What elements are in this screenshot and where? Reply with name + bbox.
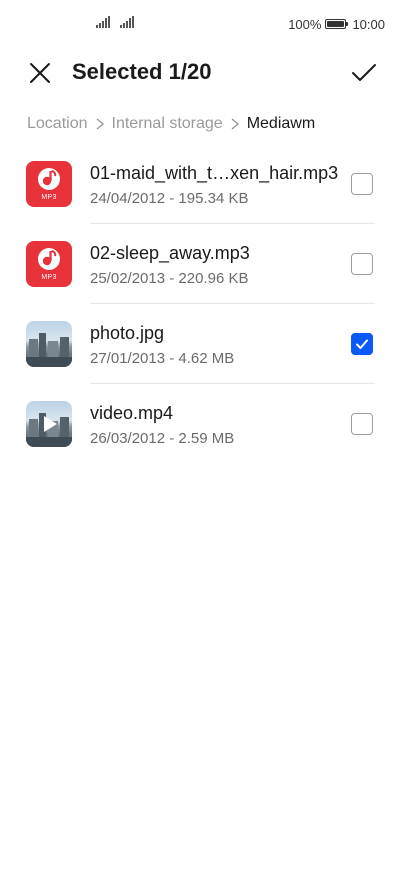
- photo-thumbnail: [26, 321, 72, 367]
- signal-icon: [96, 16, 110, 28]
- signal-icon: [120, 16, 134, 28]
- file-list: MP3 01-maid_with_t…xen_hair.mp3 24/04/20…: [0, 144, 403, 464]
- file-meta: 26/03/2012 - 2.59 MB: [90, 430, 235, 447]
- select-checkbox[interactable]: [351, 173, 373, 195]
- file-row[interactable]: photo.jpg 27/01/2013 - 4.62 MB: [0, 304, 403, 384]
- select-checkbox[interactable]: [351, 333, 373, 355]
- page-title: Selected 1/20: [72, 59, 212, 84]
- clock: 10:00: [352, 16, 385, 32]
- confirm-button[interactable]: [347, 58, 381, 88]
- breadcrumb: Location Internal storage Mediawm: [27, 113, 315, 135]
- breadcrumb-mediawm[interactable]: Mediawm: [247, 115, 315, 133]
- file-row[interactable]: MP3 01-maid_with_t…xen_hair.mp3 24/04/20…: [0, 144, 403, 224]
- close-icon: [30, 63, 50, 83]
- select-checkbox[interactable]: [351, 253, 373, 275]
- breadcrumb-internal-storage[interactable]: Internal storage: [112, 115, 223, 133]
- title-bar: Selected 1/20: [0, 48, 403, 98]
- file-name: 02-sleep_away.mp3: [90, 243, 250, 263]
- file-row[interactable]: video.mp4 26/03/2012 - 2.59 MB: [0, 384, 403, 464]
- file-row[interactable]: MP3 02-sleep_away.mp3 25/02/2013 - 220.9…: [0, 224, 403, 304]
- mp3-badge: MP3: [41, 194, 57, 201]
- select-checkbox[interactable]: [351, 413, 373, 435]
- close-button[interactable]: [24, 58, 56, 88]
- battery-percent: 100%: [288, 16, 322, 32]
- music-file-icon: MP3: [26, 161, 72, 207]
- checkmark-icon: [356, 339, 368, 349]
- music-file-icon: MP3: [26, 241, 72, 287]
- file-meta: 25/02/2013 - 220.96 KB: [90, 270, 249, 287]
- file-meta: 24/04/2012 - 195.34 KB: [90, 190, 249, 207]
- file-meta: 27/01/2013 - 4.62 MB: [90, 350, 235, 367]
- video-thumbnail: [26, 401, 72, 447]
- file-name: 01-maid_with_t…xen_hair.mp3: [90, 163, 339, 183]
- chevron-right-icon: [96, 118, 104, 130]
- mp3-badge: MP3: [41, 274, 57, 281]
- file-name: photo.jpg: [90, 323, 165, 343]
- play-icon: [44, 416, 57, 432]
- chevron-right-icon: [231, 118, 239, 130]
- battery-icon: [325, 19, 349, 29]
- breadcrumb-location[interactable]: Location: [27, 115, 88, 133]
- checkmark-icon: [352, 64, 376, 81]
- status-bar: 100% 10:00: [0, 0, 403, 48]
- file-name: video.mp4: [90, 403, 174, 423]
